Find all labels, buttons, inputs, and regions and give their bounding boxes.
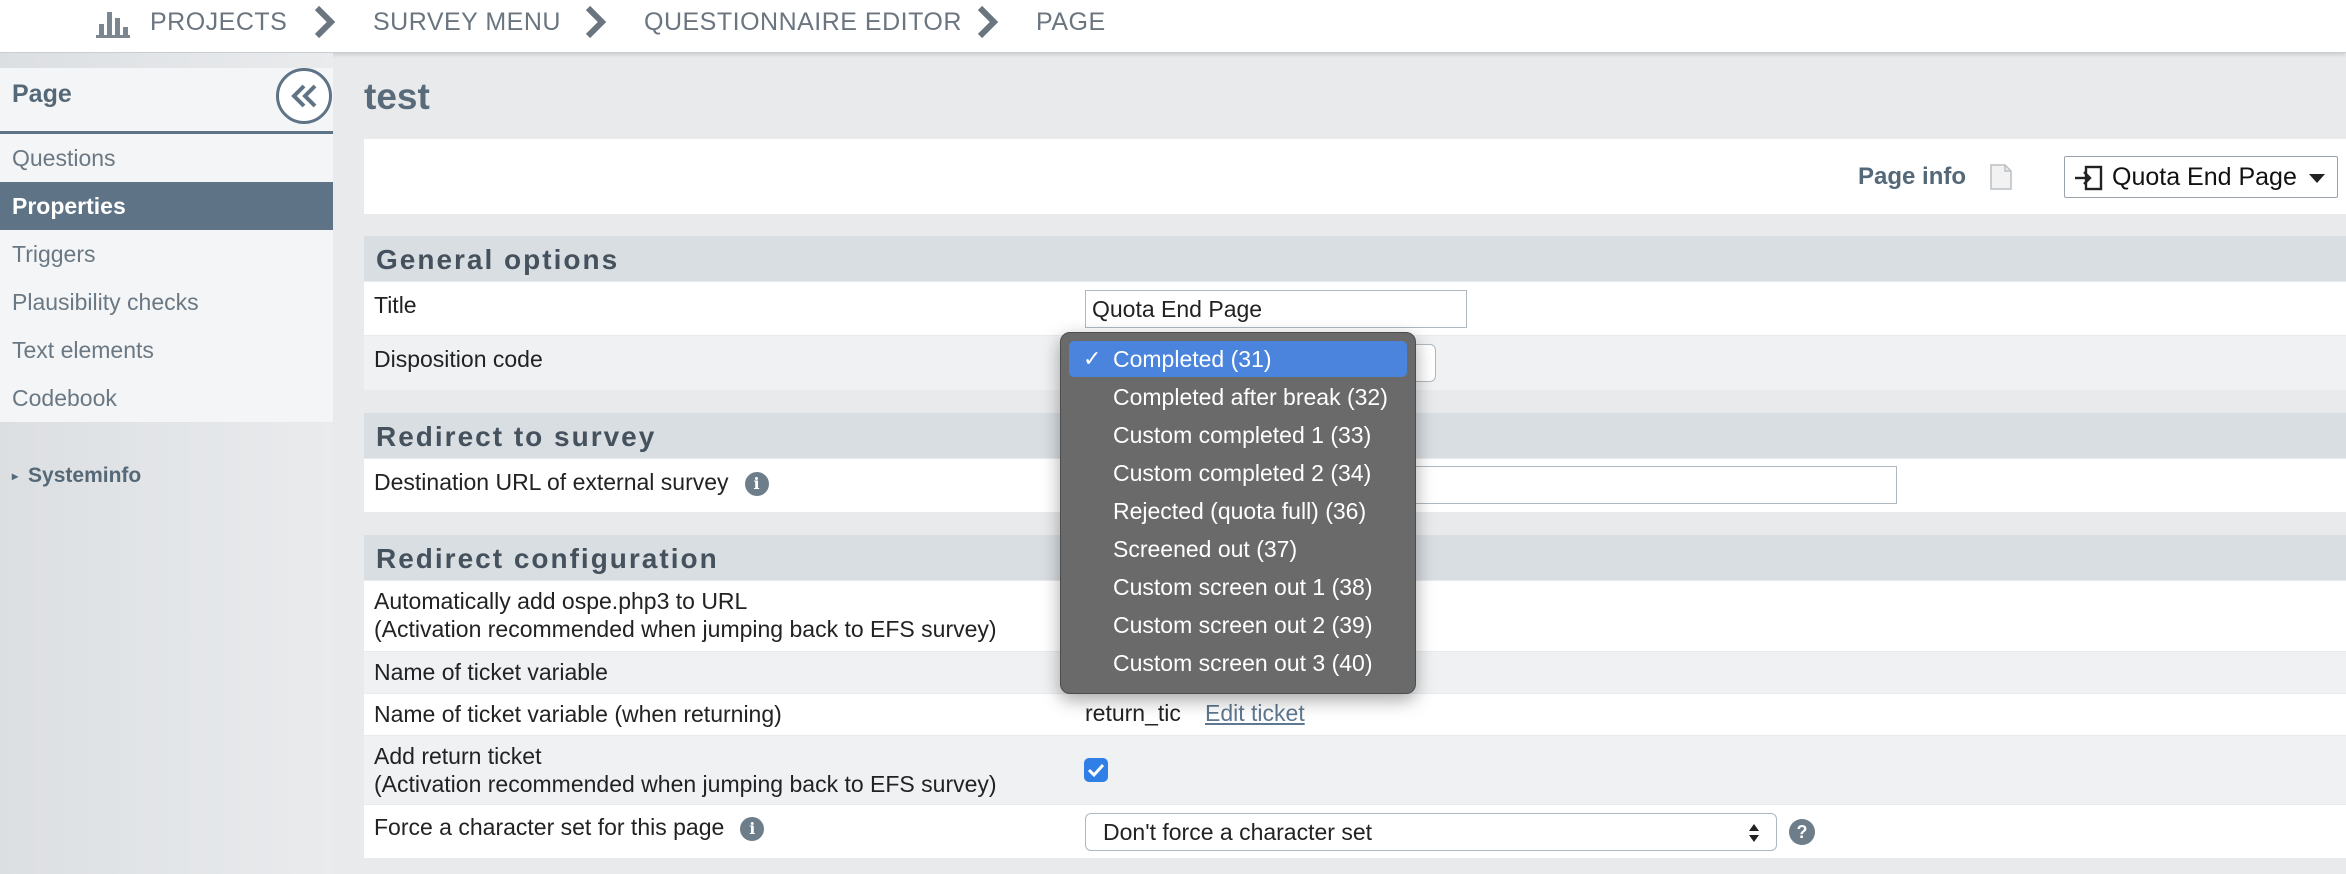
info-icon[interactable]: i (740, 816, 765, 841)
checkmark-icon (1087, 763, 1105, 778)
breadcrumb: PROJECTS SURVEY MENU QUESTIONNAIRE EDITO… (0, 0, 2346, 53)
page-type-label: Quota End Page (2112, 163, 2297, 191)
disposition-option[interactable]: Completed after break (32) (1069, 379, 1407, 415)
document-icon[interactable] (1990, 164, 2012, 190)
sidebar-item-properties[interactable]: Properties (0, 182, 333, 230)
checkmark-icon: ✓ (1083, 346, 1102, 371)
sidebar-nav: Questions Properties Triggers Plausibili… (0, 134, 333, 422)
breadcrumb-projects[interactable]: PROJECTS (150, 0, 287, 44)
sidebar-title: Page (12, 80, 72, 108)
disposition-code-label: Disposition code (374, 346, 543, 372)
sign-in-icon (2075, 165, 2103, 191)
systeminfo-toggle[interactable]: ▸ Systeminfo (12, 464, 141, 488)
caret-down-icon (2309, 174, 2325, 183)
chevron-right-icon (977, 5, 999, 39)
page-title: test (364, 76, 430, 117)
charset-select[interactable]: Don't force a character set (1085, 813, 1777, 851)
add-return-ticket-label: Add return ticket (Activation recommended… (374, 743, 997, 797)
breadcrumb-page[interactable]: PAGE (1036, 0, 1106, 44)
disposition-option[interactable]: Custom completed 1 (33) (1069, 417, 1407, 453)
ticket-variable-returning-label: Name of ticket variable (when returning) (374, 701, 782, 727)
disposition-dropdown-menu: ✓ Completed (31) Completed after break (3… (1060, 332, 1416, 694)
page-info-link[interactable]: Page info (1858, 163, 1966, 191)
disposition-option[interactable]: ✓ Completed (31) (1069, 341, 1407, 377)
sidebar-item-questions[interactable]: Questions (0, 134, 333, 182)
title-label: Title (374, 292, 417, 318)
breadcrumb-survey-menu[interactable]: SURVEY MENU (373, 0, 561, 44)
disposition-option[interactable]: Custom completed 2 (34) (1069, 455, 1407, 491)
title-input[interactable] (1085, 290, 1467, 328)
charset-select-value: Don't force a character set (1103, 819, 1373, 845)
systeminfo-label: Systeminfo (28, 464, 142, 487)
page-type-dropdown[interactable]: Quota End Page (2064, 156, 2338, 198)
sidebar-item-triggers[interactable]: Triggers (0, 230, 333, 278)
auto-add-label: Automatically add ospe.php3 to URL (Activ… (374, 588, 997, 642)
disposition-option[interactable]: Screened out (37) (1069, 531, 1407, 567)
sidebar-item-codebook[interactable]: Codebook (0, 374, 333, 422)
chevron-right-icon (585, 5, 607, 39)
info-icon[interactable]: i (744, 471, 769, 496)
section-general-options: General options (364, 236, 2346, 281)
help-icon[interactable]: ? (1789, 819, 1815, 845)
caret-right-icon: ▸ (12, 469, 19, 484)
ticket-variable-label: Name of ticket variable (374, 659, 608, 685)
sidebar-item-text-elements[interactable]: Text elements (0, 326, 333, 374)
chevron-right-icon (314, 5, 336, 39)
disposition-option[interactable]: Rejected (quota full) (36) (1069, 493, 1407, 529)
select-arrows-icon (1749, 824, 1759, 842)
disposition-option[interactable]: Custom screen out 3 (40) (1069, 645, 1407, 681)
ticket-variable-returning-value: return_tic (1085, 700, 1181, 726)
row-ticket-variable-returning: Name of ticket variable (when returning) (364, 694, 2346, 735)
add-return-ticket-checkbox[interactable] (1084, 758, 1108, 782)
edit-ticket-link[interactable]: Edit ticket (1205, 700, 1305, 727)
breadcrumb-questionnaire-editor[interactable]: QUESTIONNAIRE EDITOR (644, 0, 962, 44)
force-charset-label: Force a character set for this page i (374, 813, 765, 841)
sidebar-item-plausibility-checks[interactable]: Plausibility checks (0, 278, 333, 326)
destination-url-label: Destination URL of external survey i (374, 468, 769, 496)
page-info-bar (364, 139, 2346, 214)
disposition-option[interactable]: Custom screen out 2 (39) (1069, 607, 1407, 643)
disposition-option[interactable]: Custom screen out 1 (38) (1069, 569, 1407, 605)
double-chevron-left-icon (291, 84, 317, 108)
collapse-sidebar-button[interactable] (276, 68, 332, 124)
row-add-return-ticket: Add return ticket (Activation recommended… (364, 736, 2346, 804)
bar-chart-icon (96, 12, 130, 38)
